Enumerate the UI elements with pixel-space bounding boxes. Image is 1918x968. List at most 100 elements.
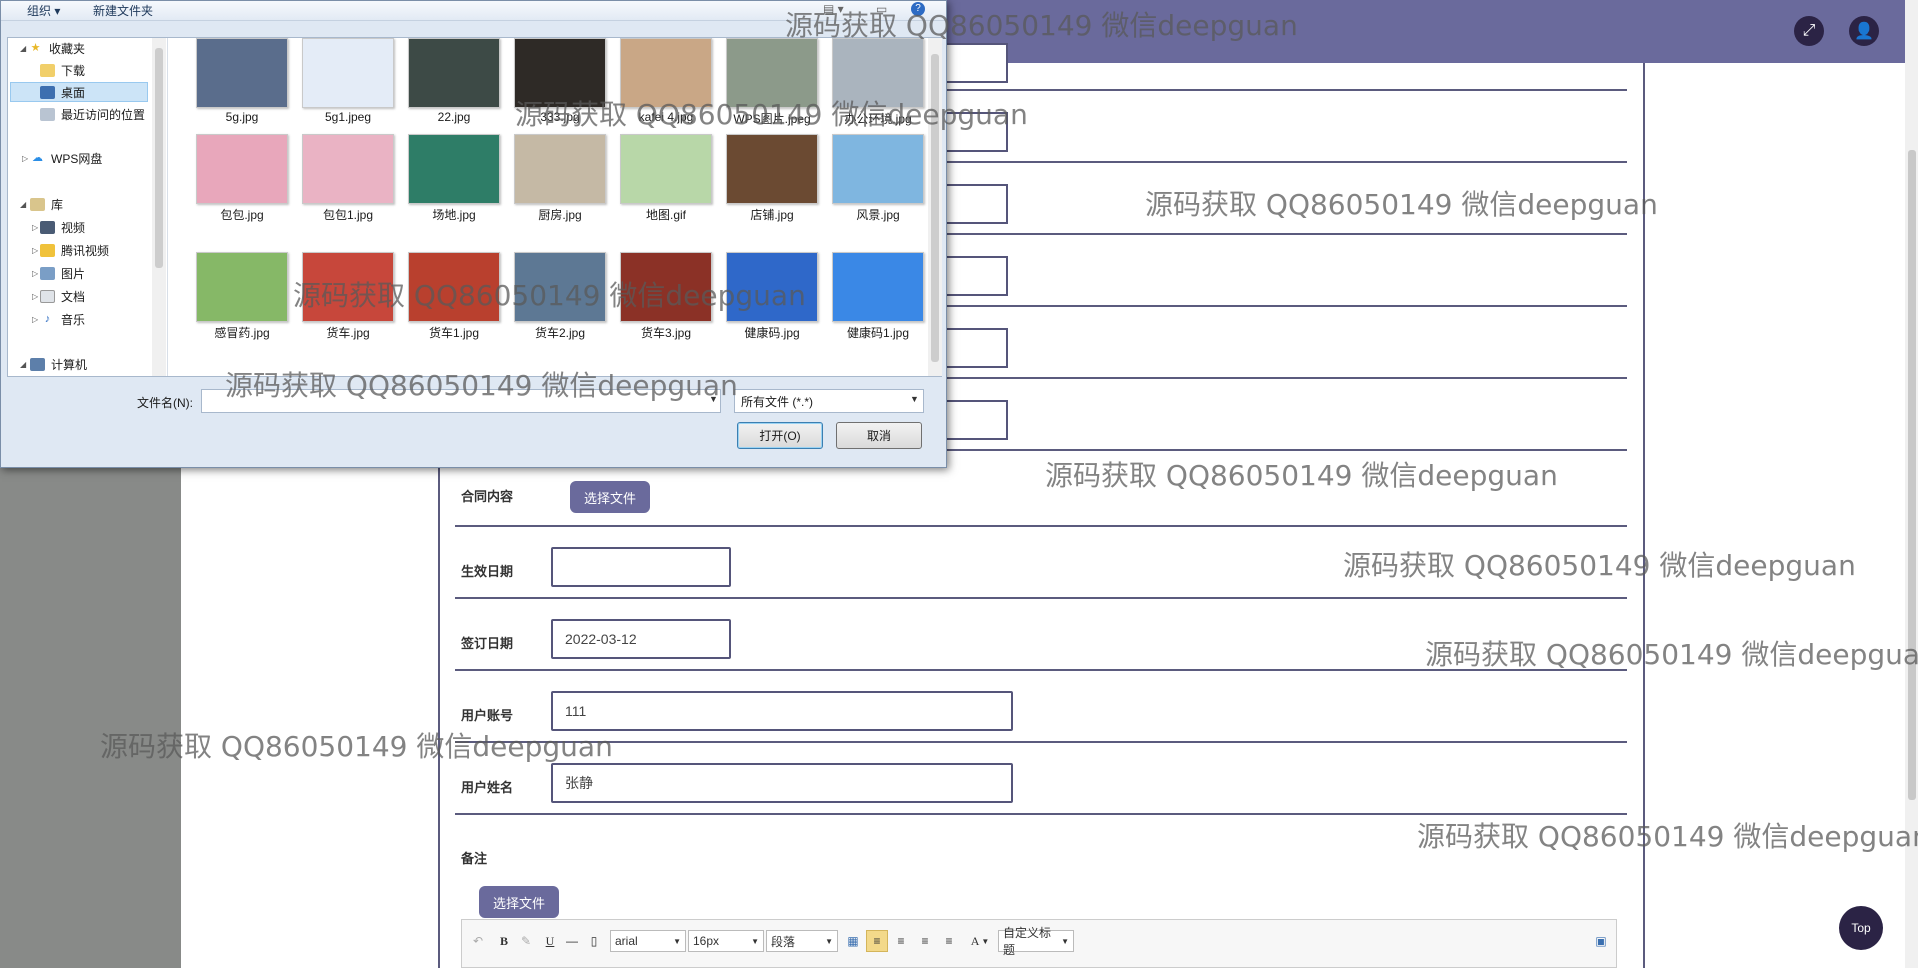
user-name-input[interactable]: 张静 bbox=[551, 763, 1013, 803]
file-item[interactable]: 办公环境.jpg bbox=[824, 38, 924, 138]
collapsed-arrow-icon[interactable]: ▷ bbox=[32, 223, 38, 232]
undo-icon[interactable]: ↶ bbox=[470, 930, 486, 952]
expanded-arrow-icon[interactable]: ◢ bbox=[20, 360, 26, 369]
file-item[interactable]: 货车1.jpg bbox=[400, 252, 500, 352]
image-thumbnail bbox=[514, 252, 606, 322]
bold-button[interactable]: B bbox=[496, 930, 512, 952]
font-family-select[interactable]: arial ▼ bbox=[610, 930, 686, 952]
text-input[interactable] bbox=[940, 43, 1008, 83]
horizontal-rule-button[interactable]: — bbox=[564, 930, 580, 952]
align-right-icon[interactable]: ≡ bbox=[916, 930, 934, 952]
expanded-arrow-icon[interactable]: ◢ bbox=[20, 44, 26, 53]
chevron-down-icon: ▼ bbox=[981, 936, 990, 946]
file-item[interactable]: 包包1.jpg bbox=[294, 134, 394, 234]
open-button[interactable]: 打开(O) bbox=[737, 422, 823, 449]
file-item[interactable]: 包包.jpg bbox=[188, 134, 288, 234]
sign-date-input[interactable]: 2022-03-12 bbox=[551, 619, 731, 659]
chevron-down-icon[interactable]: ▼ bbox=[910, 394, 919, 404]
star-icon: ★ bbox=[30, 41, 41, 54]
table-icon[interactable]: ▦ bbox=[844, 930, 862, 952]
text-input[interactable] bbox=[940, 400, 1008, 440]
collapsed-arrow-icon[interactable]: ▷ bbox=[32, 292, 38, 301]
user-menu-button[interactable]: 👤 bbox=[1849, 16, 1879, 46]
contract-file-button[interactable]: 选择文件 bbox=[570, 481, 650, 513]
file-item[interactable]: 5g.jpg bbox=[188, 38, 288, 138]
rich-text-editor[interactable]: ↶ B ✎ U — ▯ arial ▼ 16px ▼ 段落 ▼ ▦ ≡ ≡ ≡ … bbox=[461, 919, 1617, 968]
file-item[interactable]: 货车.jpg bbox=[294, 252, 394, 352]
organize-menu[interactable]: 组织 ▾ bbox=[27, 2, 60, 19]
align-left-icon[interactable]: ≡ bbox=[866, 930, 888, 952]
file-item[interactable]: kafei 4.jpg bbox=[612, 38, 712, 138]
file-item[interactable]: 健康码1.jpg bbox=[824, 252, 924, 352]
cancel-button[interactable]: 取消 bbox=[836, 422, 922, 449]
nav-favorites[interactable]: ★ 收藏夹 bbox=[28, 38, 85, 58]
nav-music[interactable]: ♪ 音乐 bbox=[40, 309, 85, 329]
align-justify-icon[interactable]: ≡ bbox=[940, 930, 958, 952]
nav-recent[interactable]: 最近访问的位置 bbox=[40, 104, 145, 124]
nav-computer[interactable]: 计算机 bbox=[30, 354, 87, 374]
file-item[interactable]: 货车3.jpg bbox=[612, 252, 712, 352]
nav-wps-cloud[interactable]: ☁ WPS网盘 bbox=[30, 148, 102, 168]
collapsed-arrow-icon[interactable]: ▷ bbox=[32, 269, 38, 278]
align-center-icon[interactable]: ≡ bbox=[892, 930, 910, 952]
filename-input[interactable] bbox=[201, 389, 721, 413]
paragraph-value: 段落 bbox=[771, 934, 796, 949]
nav-scrollbar[interactable] bbox=[152, 38, 166, 376]
computer-icon bbox=[30, 357, 45, 371]
file-item[interactable]: 感冒药.jpg bbox=[188, 252, 288, 352]
custom-heading-select[interactable]: 自定义标题 ▼ bbox=[998, 926, 1074, 957]
file-item[interactable]: 厨房.jpg bbox=[506, 134, 606, 234]
file-item[interactable]: WPS图片.jpeg bbox=[718, 38, 818, 138]
nav-documents[interactable]: 文档 bbox=[40, 286, 85, 306]
text-input[interactable] bbox=[940, 112, 1008, 152]
file-item[interactable]: 场地.jpg bbox=[400, 134, 500, 234]
user-account-input[interactable]: 111 bbox=[551, 691, 1013, 731]
nav-desktop[interactable]: 桌面 bbox=[40, 82, 85, 102]
nav-scrollbar-thumb[interactable] bbox=[155, 48, 163, 268]
file-item[interactable]: 地图.gif bbox=[612, 134, 712, 234]
music-icon: ♪ bbox=[44, 312, 51, 325]
file-item[interactable]: 22.jpg bbox=[400, 38, 500, 138]
text-input[interactable] bbox=[940, 256, 1008, 296]
font-color-button[interactable]: A ▼ bbox=[966, 930, 994, 952]
video-icon bbox=[40, 220, 55, 234]
fullscreen-editor-icon[interactable]: ▣ bbox=[1592, 930, 1610, 952]
file-name: 5g.jpg bbox=[225, 110, 259, 124]
effective-date-input[interactable] bbox=[551, 547, 731, 587]
page-icon[interactable]: ▯ bbox=[586, 930, 602, 952]
paragraph-select[interactable]: 段落 ▼ bbox=[766, 930, 838, 952]
file-list-scrollbar-thumb[interactable] bbox=[931, 54, 939, 362]
collapsed-arrow-icon[interactable]: ▷ bbox=[32, 315, 38, 324]
collapsed-arrow-icon[interactable]: ▷ bbox=[32, 246, 38, 255]
format-painter-icon[interactable]: ✎ bbox=[518, 930, 534, 952]
page-scrollbar-thumb[interactable] bbox=[1908, 150, 1916, 800]
chevron-down-icon[interactable]: ▼ bbox=[709, 394, 718, 404]
file-list-scrollbar[interactable] bbox=[928, 38, 942, 376]
nav-tencent-video[interactable]: 腾讯视频 bbox=[40, 240, 109, 260]
nav-libraries[interactable]: 库 bbox=[30, 194, 63, 214]
file-item[interactable]: 货车2.jpg bbox=[506, 252, 606, 352]
file-type-select[interactable]: 所有文件 (*.*) bbox=[734, 389, 924, 413]
collapsed-arrow-icon[interactable]: ▷ bbox=[22, 154, 28, 163]
nav-downloads[interactable]: 下载 bbox=[40, 60, 85, 80]
text-input[interactable] bbox=[940, 184, 1008, 224]
view-options-icon[interactable]: ▤ ▾ bbox=[823, 2, 844, 16]
font-size-select[interactable]: 16px ▼ bbox=[688, 930, 764, 952]
preview-pane-icon[interactable]: ▭ bbox=[876, 2, 887, 16]
text-input[interactable] bbox=[940, 328, 1008, 368]
fullscreen-button[interactable]: ⤢ bbox=[1794, 16, 1824, 46]
nav-pictures[interactable]: 图片 bbox=[40, 263, 85, 283]
back-to-top-button[interactable]: Top bbox=[1839, 906, 1883, 950]
new-folder-button[interactable]: 新建文件夹 bbox=[93, 2, 153, 19]
file-item[interactable]: 店铺.jpg bbox=[718, 134, 818, 234]
file-item[interactable]: 333.jpg bbox=[506, 38, 606, 138]
image-thumbnail bbox=[726, 38, 818, 108]
nav-videos[interactable]: 视频 bbox=[40, 217, 85, 237]
file-item[interactable]: 5g1.jpeg bbox=[294, 38, 394, 138]
help-icon[interactable]: ? bbox=[911, 2, 925, 16]
remarks-file-button[interactable]: 选择文件 bbox=[479, 886, 559, 918]
file-item[interactable]: 健康码.jpg bbox=[718, 252, 818, 352]
file-item[interactable]: 风景.jpg bbox=[824, 134, 924, 234]
expanded-arrow-icon[interactable]: ◢ bbox=[20, 200, 26, 209]
underline-button[interactable]: U bbox=[542, 930, 558, 952]
